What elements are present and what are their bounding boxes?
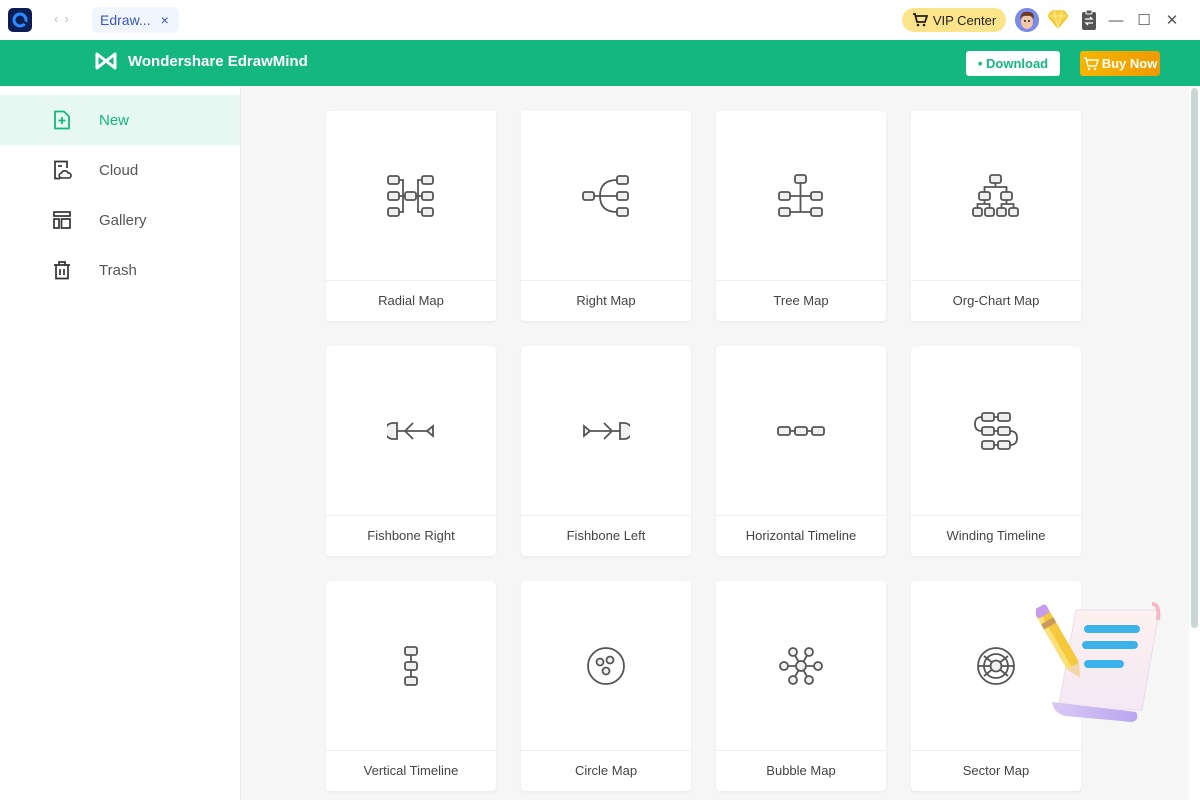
title-bar: ‹› Edraw... × VIP Center — ☐ ✕: [0, 0, 1200, 40]
sidebar-item-trash[interactable]: Trash: [0, 245, 240, 295]
card-label: Winding Timeline: [946, 528, 1046, 543]
card-label: Tree Map: [773, 293, 829, 308]
gallery-icon: [53, 211, 71, 229]
template-card-radial-map[interactable]: Radial Map: [326, 111, 496, 321]
close-window-button[interactable]: ✕: [1162, 10, 1182, 30]
notes-pencil-icon: [1034, 602, 1161, 722]
template-card-horizontal-timeline[interactable]: Horizontal Timeline: [716, 346, 886, 556]
sector-map-icon: [977, 646, 1015, 685]
card-label: Vertical Timeline: [363, 763, 459, 778]
buy-now-label: Buy Now: [1101, 56, 1158, 71]
scrollbar-thumb[interactable]: [1191, 88, 1198, 628]
user-avatar[interactable]: [1015, 8, 1039, 32]
card-label: Sector Map: [962, 763, 1030, 778]
winding-timeline-icon: [974, 411, 1018, 450]
card-thumbnail: [716, 581, 886, 751]
template-card-org-chart-map[interactable]: Org-Chart Map: [911, 111, 1081, 321]
tab-label: Edraw...: [100, 12, 151, 28]
vertical-timeline-icon: [404, 645, 418, 686]
clipboard-icon[interactable]: [1081, 9, 1097, 36]
new-file-icon: [54, 110, 70, 130]
vip-center-button[interactable]: VIP Center: [902, 8, 1006, 32]
premium-gem-icon[interactable]: [1047, 9, 1069, 34]
card-label: Right Map: [576, 293, 636, 308]
buy-now-button[interactable]: Buy Now: [1080, 51, 1160, 76]
card-thumbnail: [716, 346, 886, 516]
edrawmind-logo-icon: [95, 52, 117, 70]
fishbone-left-icon: [583, 421, 630, 440]
sidebar-item-cloud[interactable]: Cloud: [0, 145, 240, 195]
tab-close-icon[interactable]: ×: [161, 12, 169, 28]
vip-center-label: VIP Center: [932, 12, 997, 28]
cart-icon: [912, 13, 928, 27]
download-button[interactable]: • Download: [966, 51, 1060, 76]
org-chart-icon: [972, 173, 1019, 217]
card-thumbnail: [521, 346, 691, 516]
radial-map-icon: [387, 174, 434, 217]
fishbone-right-icon: [387, 421, 434, 440]
card-thumbnail: [716, 111, 886, 281]
vertical-scrollbar[interactable]: [1189, 86, 1200, 800]
template-card-winding-timeline[interactable]: Winding Timeline: [911, 346, 1081, 556]
trash-icon: [54, 261, 70, 280]
brand-name: Wondershare EdrawMind: [128, 52, 308, 70]
template-card-fishbone-right[interactable]: Fishbone Right: [326, 346, 496, 556]
app-logo: [8, 8, 32, 32]
card-label: Fishbone Left: [566, 528, 646, 543]
brand: Wondershare EdrawMind: [95, 52, 308, 70]
template-card-tree-map[interactable]: Tree Map: [716, 111, 886, 321]
template-card-right-map[interactable]: Right Map: [521, 111, 691, 321]
template-card-circle-map[interactable]: Circle Map: [521, 581, 691, 791]
tree-map-icon: [778, 173, 823, 217]
document-tab[interactable]: Edraw... ×: [92, 7, 179, 33]
maximize-button[interactable]: ☐: [1134, 10, 1154, 30]
card-thumbnail: [911, 346, 1081, 516]
circle-map-icon: [587, 646, 625, 685]
forward-button[interactable]: ›: [64, 11, 74, 26]
template-card-bubble-map[interactable]: Bubble Map: [716, 581, 886, 791]
bubble-map-icon: [779, 646, 823, 685]
app-logo-icon: [12, 12, 28, 28]
sidebar-item-label: Cloud: [99, 161, 139, 179]
minimize-button[interactable]: —: [1106, 10, 1126, 30]
sidebar-item-label: Gallery: [99, 211, 147, 229]
nav-arrows: ‹›: [54, 11, 75, 26]
template-card-vertical-timeline[interactable]: Vertical Timeline: [326, 581, 496, 791]
app-header: Wondershare EdrawMind • Download Buy Now: [0, 40, 1200, 86]
card-thumbnail: [911, 111, 1081, 281]
horizontal-timeline-icon: [777, 425, 825, 436]
card-thumbnail: [326, 346, 496, 516]
cart-icon: [1083, 56, 1099, 70]
card-thumbnail: [326, 581, 496, 751]
floating-notes-widget[interactable]: [1034, 598, 1166, 724]
sidebar: New Cloud Gallery Trash: [0, 86, 241, 800]
card-label: Fishbone Right: [367, 528, 455, 543]
sidebar-item-new[interactable]: New: [0, 95, 240, 145]
template-card-fishbone-left[interactable]: Fishbone Left: [521, 346, 691, 556]
back-button[interactable]: ‹: [54, 11, 64, 26]
cloud-file-icon: [54, 160, 72, 180]
card-thumbnail: [326, 111, 496, 281]
card-thumbnail: [521, 581, 691, 751]
card-label: Radial Map: [378, 293, 444, 308]
card-label: Bubble Map: [766, 763, 836, 778]
sidebar-item-label: New: [99, 111, 130, 129]
sidebar-item-label: Trash: [99, 261, 137, 279]
card-label: Horizontal Timeline: [745, 528, 857, 543]
right-map-icon: [582, 174, 629, 217]
avatar-icon: [1015, 8, 1039, 32]
card-label: Org-Chart Map: [952, 293, 1040, 308]
card-thumbnail: [521, 111, 691, 281]
card-label: Circle Map: [574, 763, 638, 778]
sidebar-item-gallery[interactable]: Gallery: [0, 195, 240, 245]
